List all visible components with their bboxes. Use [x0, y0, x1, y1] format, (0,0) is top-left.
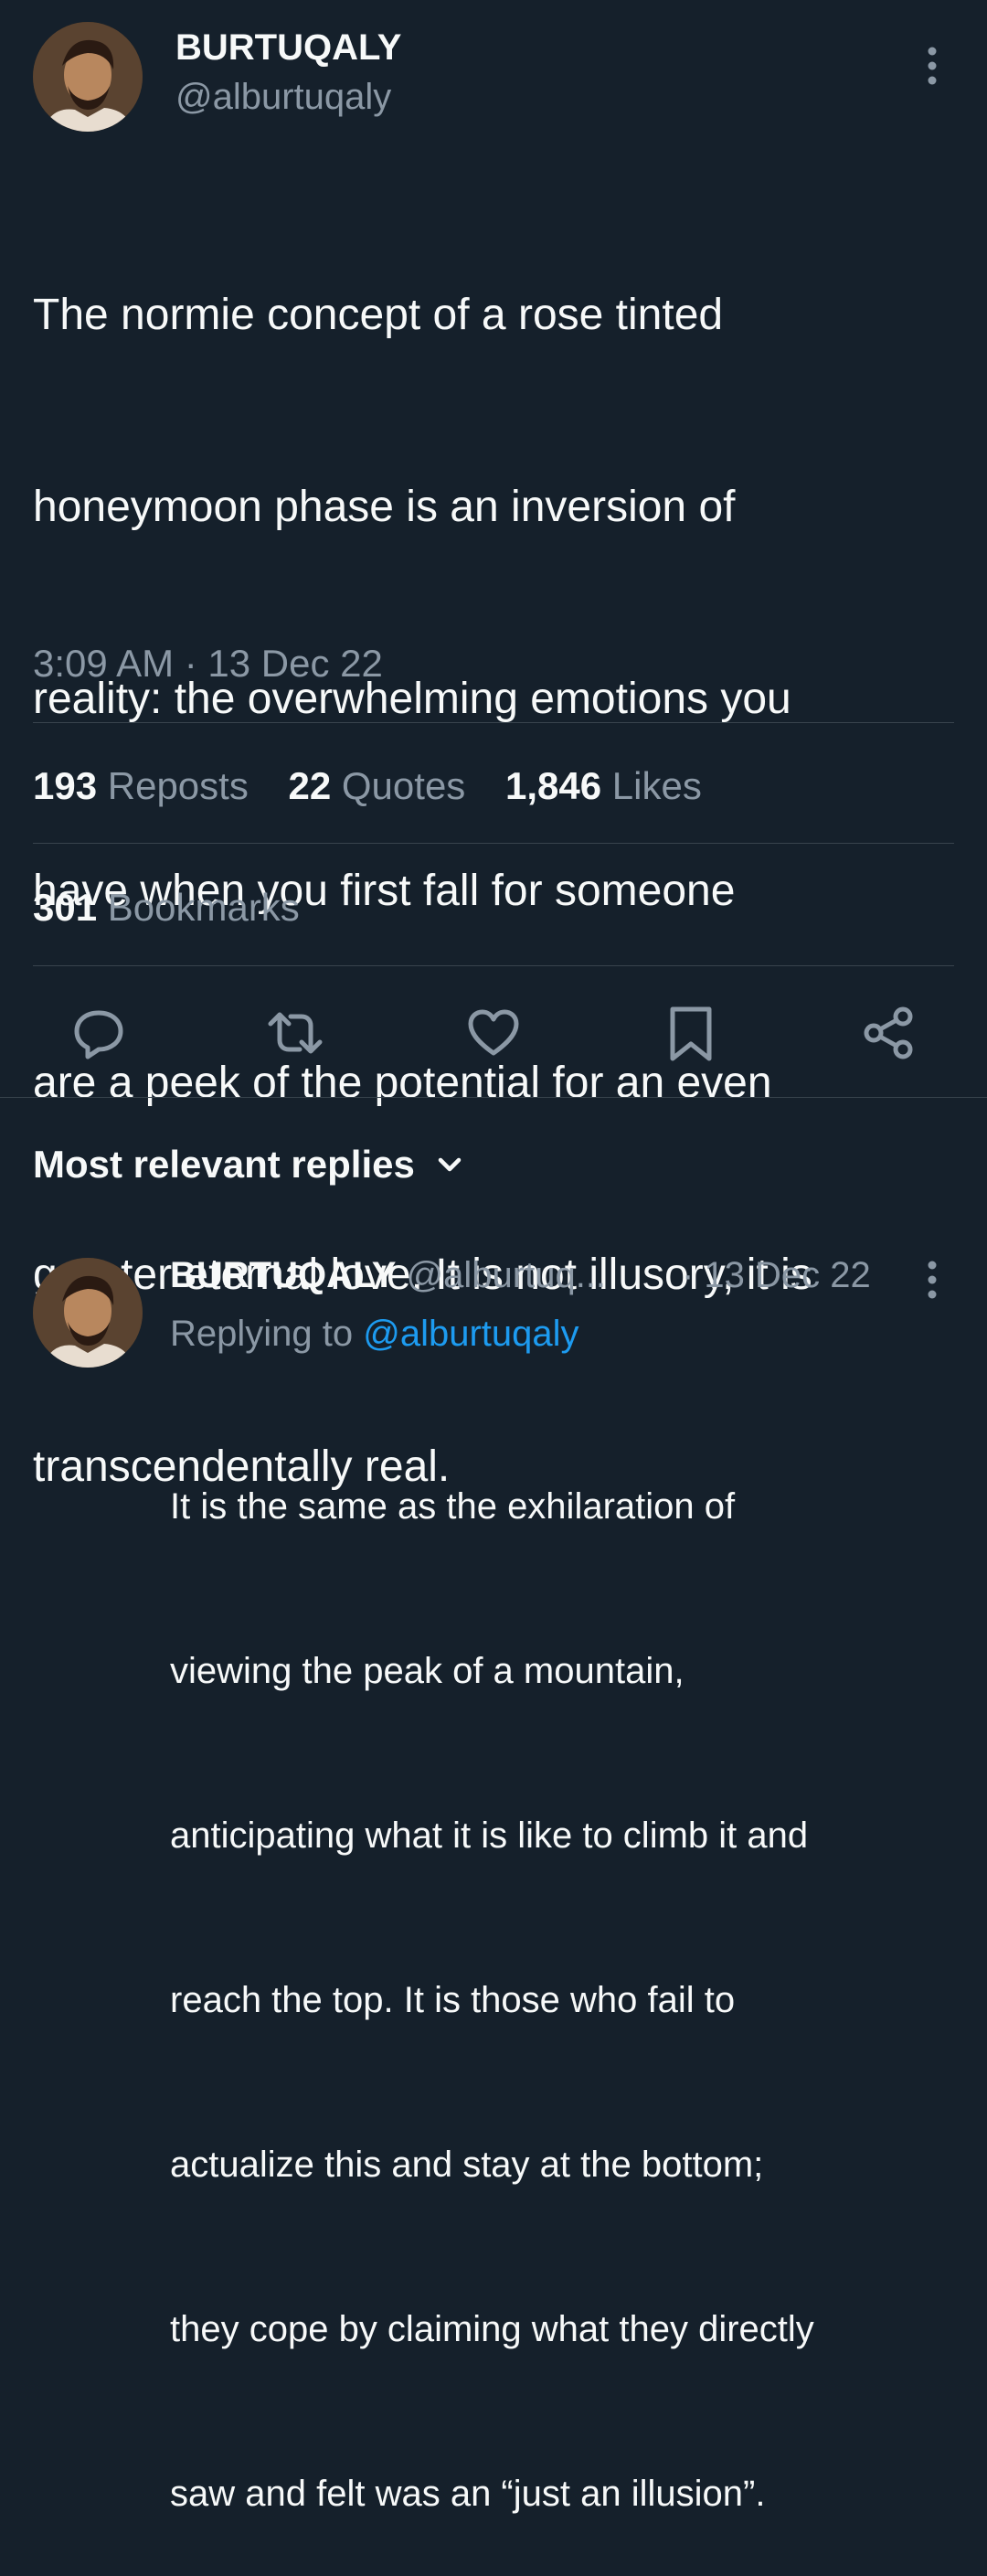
more-options-icon[interactable]	[919, 46, 945, 86]
divider	[33, 965, 954, 966]
bookmarks-stat[interactable]: 301 Bookmarks	[33, 884, 300, 931]
chevron-down-icon	[435, 1150, 464, 1179]
share-icon[interactable]	[861, 1006, 916, 1060]
tweet-text-line: are a peek of the potential for an even	[33, 1059, 772, 1107]
like-icon[interactable]	[466, 1006, 521, 1060]
reply-author-avatar[interactable]	[33, 1258, 143, 1368]
reply-text-line: anticipating what it is like to climb it…	[170, 1815, 809, 1856]
replies-sort-dropdown[interactable]: Most relevant replies	[33, 1141, 464, 1188]
quotes-stat[interactable]: 22 Quotes	[289, 764, 476, 807]
author-handle[interactable]: @alburtuqaly	[175, 75, 391, 119]
author-avatar[interactable]	[33, 22, 143, 132]
reply-text-line: actualize this and stay at the bottom;	[170, 2145, 764, 2185]
reply-header: BURTUQALY @alburtuq...	[170, 1252, 606, 1298]
quotes-count: 22	[288, 764, 332, 807]
tweet-text-line: The normie concept of a rose tinted	[33, 291, 724, 339]
bookmarks-label: Bookmarks	[107, 886, 300, 929]
likes-stat[interactable]: 1,846 Likes	[505, 764, 702, 807]
divider	[33, 722, 954, 723]
reply-text-line: they cope by claiming what they directly	[170, 2309, 814, 2349]
quotes-label: Quotes	[341, 764, 466, 807]
reply-date[interactable]: · 13 Dec 22	[682, 1252, 871, 1298]
reply-text-line: saw and felt was an “just an illusion”.	[170, 2474, 766, 2514]
reposts-stat[interactable]: 193 Reposts	[33, 764, 260, 807]
reply-author-handle[interactable]: @alburtuq...	[407, 1255, 607, 1295]
reposts-label: Reposts	[107, 764, 249, 807]
reply-text: It is the same as the exhilaration of vi…	[170, 1369, 974, 2576]
likes-label: Likes	[611, 764, 702, 807]
reposts-count: 193	[33, 764, 98, 807]
reply-text-line: reach the top. It is those who fail to	[170, 1980, 736, 2020]
reply-more-options-icon[interactable]	[919, 1260, 945, 1300]
bookmark-icon[interactable]	[667, 1006, 715, 1062]
tweet-text-line: honeymoon phase is an inversion of	[33, 483, 736, 531]
replies-sort-label: Most relevant replies	[33, 1143, 415, 1186]
repost-icon[interactable]	[267, 1006, 324, 1060]
stats-row: 193 Reposts 22 Quotes 1,846 Likes	[33, 762, 702, 810]
reply-text-line: It is the same as the exhilaration of	[170, 1486, 736, 1527]
reply-text-line: viewing the peak of a mountain,	[170, 1651, 685, 1691]
bookmarks-count: 301	[33, 886, 98, 929]
reply-author-name[interactable]: BURTUQALY	[170, 1255, 396, 1295]
reply-icon[interactable]	[71, 1006, 126, 1060]
replying-to-label: Replying to	[170, 1314, 354, 1354]
tweet-timestamp[interactable]: 3:09 AM · 13 Dec 22	[33, 640, 383, 687]
divider	[33, 843, 954, 844]
author-name[interactable]: BURTUQALY	[175, 26, 401, 69]
likes-count: 1,846	[504, 764, 602, 807]
replying-to-handle-link[interactable]: @alburtuqaly	[363, 1314, 578, 1354]
replying-to: Replying to @alburtuqaly	[170, 1311, 579, 1357]
section-divider	[0, 1097, 987, 1098]
